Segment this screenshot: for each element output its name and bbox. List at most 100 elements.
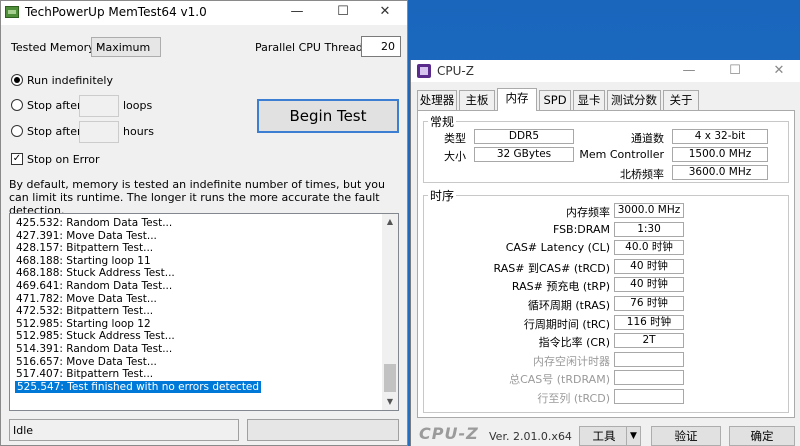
- timing-value: 1:30: [614, 221, 684, 237]
- cpuz-tabs: 处理器 主板 内存 SPD 显卡 测试分数 关于: [417, 88, 797, 111]
- northbridge-freq-value: 3600.0 MHz: [672, 165, 768, 180]
- stop-on-error-checkbox[interactable]: ✓: [11, 153, 23, 165]
- tab-2[interactable]: 内存: [497, 88, 537, 111]
- timing-label: 内存空闲计时器: [533, 354, 610, 368]
- timing-label: 总CAS号 (tRDRAM): [509, 373, 610, 387]
- loops-label: loops: [123, 99, 153, 112]
- cpuz-window: CPU-Z — ☐ ✕ 处理器 主板 内存 SPD 显卡 测试分数 关于 常规 类型 DDR…: [410, 60, 800, 446]
- tested-memory-select[interactable]: Maximum ⌄: [91, 37, 161, 57]
- maximize-button[interactable]: ☐: [321, 1, 365, 25]
- timing-value: 76 时钟: [614, 296, 684, 311]
- log-line[interactable]: 427.391: Move Data Test...: [16, 230, 157, 242]
- stop-after-hours-radio[interactable]: [11, 125, 23, 137]
- log-scrollbar[interactable]: ▲ ▼: [382, 214, 398, 410]
- run-indefinitely-label[interactable]: Run indefinitely: [27, 74, 113, 87]
- scroll-up-icon[interactable]: ▲: [382, 214, 398, 230]
- log-line[interactable]: 471.782: Move Data Test...: [16, 293, 157, 305]
- stop-after-loops-radio[interactable]: [11, 99, 23, 111]
- minimize-button[interactable]: —: [275, 1, 319, 25]
- begin-test-button[interactable]: Begin Test: [257, 99, 399, 133]
- cpuz-logo: CPU-Z: [419, 424, 479, 443]
- tab-1[interactable]: 主板: [459, 90, 495, 110]
- timing-value: [614, 351, 684, 367]
- status-text: Idle: [13, 424, 34, 437]
- log-line[interactable]: 517.407: Bitpattern Test...: [16, 368, 153, 380]
- northbridge-freq-label: 北桥频率: [620, 168, 664, 181]
- log-line[interactable]: 516.657: Move Data Test...: [16, 356, 157, 368]
- tab-0[interactable]: 处理器: [417, 90, 457, 110]
- timing-value: [614, 389, 684, 404]
- log-line[interactable]: 512.985: Stuck Address Test...: [16, 330, 175, 342]
- log-line[interactable]: 469.641: Random Data Test...: [16, 280, 172, 292]
- tab-5[interactable]: 测试分数: [607, 90, 661, 110]
- timing-value: 40.0 时钟: [614, 240, 684, 256]
- timing-value: 40 时钟: [614, 258, 684, 274]
- tab-3[interactable]: SPD: [539, 90, 571, 110]
- threads-label: Parallel CPU Threads:: [255, 41, 373, 54]
- stop-after-loops-label[interactable]: Stop after: [27, 99, 82, 112]
- scroll-thumb[interactable]: [384, 364, 396, 392]
- timing-label: CAS# Latency (CL): [505, 241, 610, 255]
- cpuz-footer: CPU-Z Ver. 2.01.0.x64 工具 ▼ 验证 确定: [411, 422, 800, 446]
- size-label: 大小: [444, 150, 466, 163]
- general-group-title: 常规: [428, 113, 457, 130]
- timing-label: FSB:DRAM: [552, 222, 610, 236]
- timing-value: 116 时钟: [614, 314, 684, 330]
- log-line[interactable]: 468.188: Stuck Address Test...: [16, 267, 175, 279]
- timings-group-title: 时序: [428, 187, 457, 204]
- progress-bar: [247, 419, 399, 441]
- validate-button[interactable]: 验证: [651, 426, 721, 446]
- cpuz-maximize-button[interactable]: ☐: [713, 60, 757, 82]
- tools-label: 工具: [592, 429, 616, 443]
- timing-label: 循环周期 (tRAS): [527, 299, 610, 312]
- dropdown-arrow-icon[interactable]: ▼: [626, 427, 640, 445]
- type-value: DDR5: [474, 129, 574, 144]
- type-label: 类型: [444, 132, 466, 145]
- log-line[interactable]: 514.391: Random Data Test...: [16, 343, 172, 355]
- close-button[interactable]: ✕: [363, 1, 407, 25]
- threads-input[interactable]: 20: [361, 36, 401, 57]
- log-line[interactable]: 512.985: Starting loop 12: [16, 318, 151, 330]
- cpuz-close-button[interactable]: ✕: [757, 60, 800, 82]
- memtest-window-title: TechPowerUp MemTest64 v1.0: [25, 5, 207, 19]
- memtest-title-bar[interactable]: TechPowerUp MemTest64 v1.0 — ☐ ✕: [1, 1, 407, 25]
- log-line[interactable]: 468.188: Starting loop 11: [16, 255, 151, 267]
- log-line[interactable]: 425.532: Random Data Test...: [16, 217, 172, 229]
- timing-label: 内存频率: [566, 206, 610, 219]
- hours-input[interactable]: [79, 121, 119, 143]
- chevron-down-icon: ⌄: [96, 40, 105, 51]
- size-value: 32 GBytes: [474, 147, 574, 162]
- timing-label: 指令比率 (CR): [538, 336, 610, 350]
- test-log[interactable]: 425.532: Random Data Test... 427.391: Mov…: [9, 213, 399, 411]
- timing-label: 行周期时间 (tRC): [523, 317, 610, 331]
- description-text: By default, memory is tested an indefini…: [9, 178, 385, 217]
- log-line[interactable]: 428.157: Bitpattern Test...: [16, 242, 153, 254]
- cpuz-app-icon: [417, 64, 431, 78]
- tab-6[interactable]: 关于: [663, 90, 699, 110]
- tools-button[interactable]: 工具 ▼: [579, 426, 641, 446]
- run-indefinitely-radio[interactable]: [11, 74, 23, 86]
- tab-4[interactable]: 显卡: [573, 90, 605, 110]
- timing-value: 2T: [614, 333, 684, 349]
- cpuz-version: Ver. 2.01.0.x64: [489, 430, 572, 443]
- log-line[interactable]: 472.532: Bitpattern Test...: [16, 305, 153, 317]
- stop-after-hours-label[interactable]: Stop after: [27, 125, 82, 138]
- scroll-down-icon[interactable]: ▼: [382, 394, 398, 410]
- stop-on-error-label[interactable]: Stop on Error: [27, 153, 100, 166]
- cpuz-minimize-button[interactable]: —: [667, 60, 711, 82]
- timing-label: RAS# 到CAS# (tRCD): [493, 261, 610, 275]
- memory-panel: 常规 类型 DDR5 通道数 4 x 32-bit 大小 32 GBytes M…: [417, 110, 795, 418]
- status-bar: Idle: [9, 419, 239, 441]
- mem-controller-label: Mem Controller: [579, 148, 664, 161]
- loops-input[interactable]: [79, 95, 119, 117]
- timing-value: 40 时钟: [614, 277, 684, 293]
- timing-value: 3000.0 MHz: [614, 203, 684, 218]
- ok-button[interactable]: 确定: [729, 426, 795, 446]
- channels-label: 通道数: [631, 132, 664, 145]
- log-line[interactable]: 525.547: Test finished with no errors de…: [15, 380, 262, 393]
- timing-value: [614, 370, 684, 386]
- mem-controller-value: 1500.0 MHz: [672, 147, 768, 162]
- timing-label: 行至列 (tRCD): [537, 392, 610, 405]
- cpuz-title-bar[interactable]: CPU-Z — ☐ ✕: [411, 60, 800, 82]
- tested-memory-label: Tested Memory:: [11, 41, 98, 54]
